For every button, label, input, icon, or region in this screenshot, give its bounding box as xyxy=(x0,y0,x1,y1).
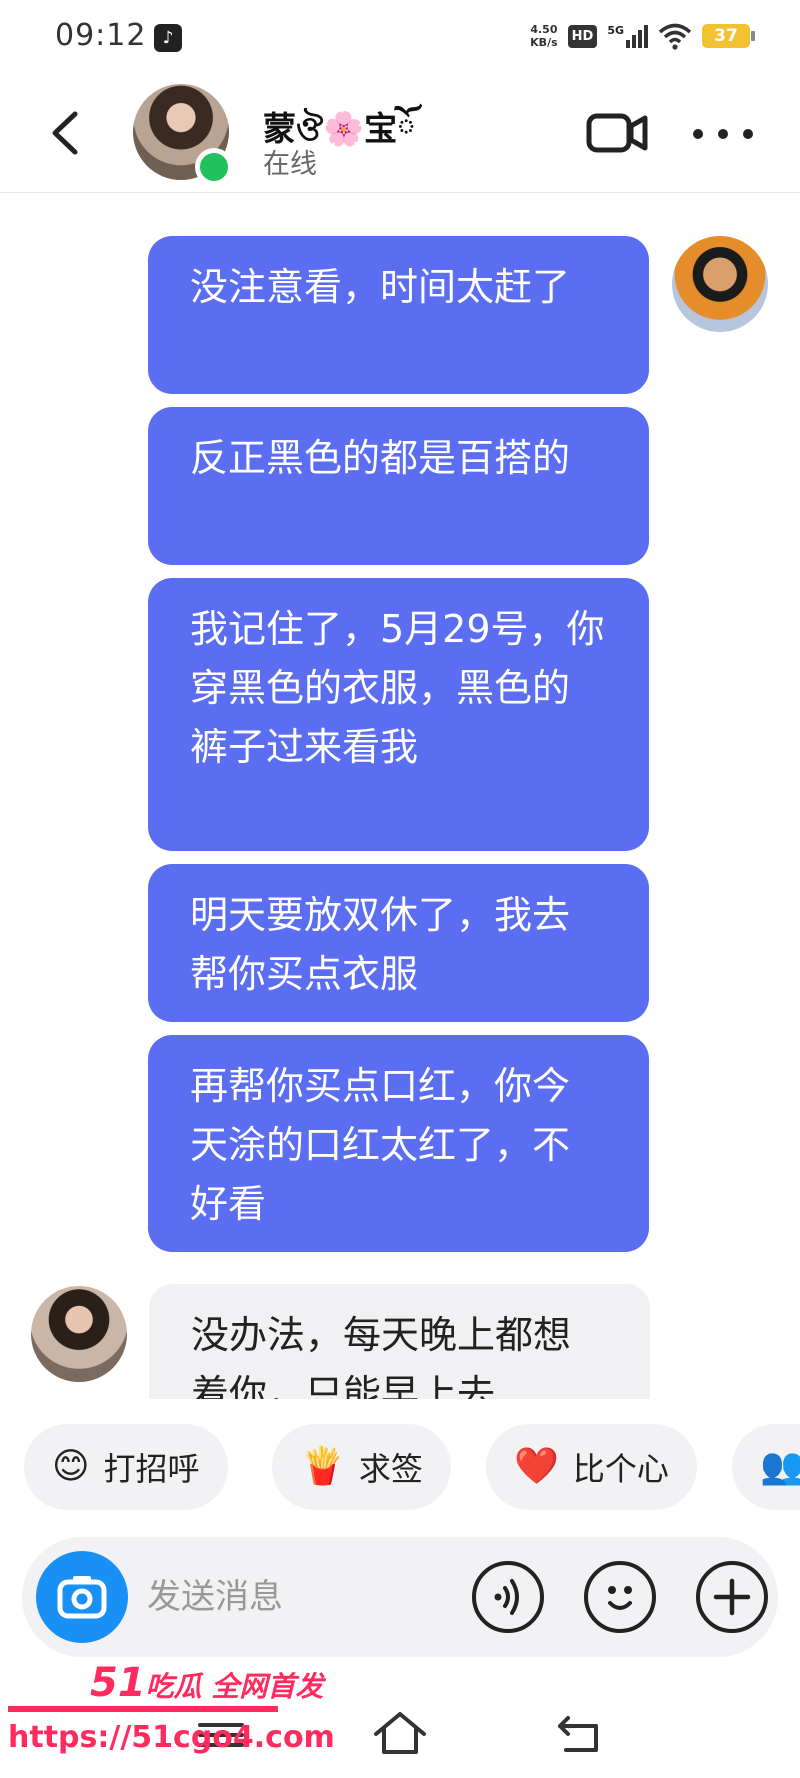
message-input[interactable] xyxy=(147,1575,447,1619)
hd-badge: HD xyxy=(567,24,598,48)
status-bar: 09:12 ♪ 4.50 KB/s HD 5G 37 xyxy=(0,0,800,78)
plus-icon xyxy=(713,1578,751,1616)
back-nav-icon[interactable] xyxy=(554,1712,608,1756)
watermark-title: 51吃瓜 全网首发 xyxy=(90,1660,323,1706)
chat-header: 蒙ঔ🌸宝ོ 在线 xyxy=(0,78,800,193)
home-nav-icon[interactable] xyxy=(372,1710,428,1756)
site-watermark: 51吃瓜 全网首发 https://51cgo4.com xyxy=(0,1660,335,1778)
more-options-button[interactable] xyxy=(693,124,753,144)
outgoing-message[interactable]: 我记住了，5月29号，你穿黑色的衣服，黑色的裤子过来看我 xyxy=(148,578,649,851)
quick-reply-label: 比个心 xyxy=(572,1450,669,1488)
add-button[interactable] xyxy=(696,1561,768,1633)
quick-reply-more[interactable]: 👥 xyxy=(732,1424,800,1510)
net-speed-unit: KB/s xyxy=(530,36,558,49)
online-indicator xyxy=(195,148,233,186)
heart-icon: ❤️ xyxy=(514,1446,559,1487)
message-input-bar xyxy=(22,1537,778,1657)
incoming-message[interactable]: 没办法，每天晚上都想着你，只能早上去 xyxy=(149,1284,650,1399)
quick-reply-greet[interactable]: 😊 打招呼 xyxy=(24,1424,228,1510)
watermark-url: https://51cgo4.com xyxy=(8,1720,335,1755)
quick-reply-bar: 😊 打招呼 🍟 求签 ❤️ 比个心 👥 xyxy=(0,1424,800,1510)
video-call-icon[interactable] xyxy=(586,112,648,154)
outgoing-message[interactable]: 再帮你买点口红，你今天涂的口红太红了，不好看 xyxy=(148,1035,649,1252)
more-dot-icon xyxy=(718,129,728,139)
fortune-cup-icon: 🍟 xyxy=(300,1446,345,1487)
quick-reply-heart[interactable]: ❤️ 比个心 xyxy=(486,1424,697,1510)
smile-icon: 😊 xyxy=(52,1446,90,1487)
status-time: 09:12 xyxy=(55,18,147,53)
outgoing-message[interactable]: 没注意看，时间太赶了 xyxy=(148,236,649,394)
wifi-icon xyxy=(658,23,692,50)
emoji-face-icon xyxy=(608,1586,632,1610)
battery-icon: 37 xyxy=(702,24,755,48)
quick-reply-label: 求签 xyxy=(358,1450,423,1488)
camera-icon xyxy=(57,1576,107,1619)
watermark-underline xyxy=(8,1706,278,1712)
quick-reply-label: 打招呼 xyxy=(103,1450,200,1488)
quick-reply-fortune[interactable]: 🍟 求签 xyxy=(272,1424,451,1510)
voice-wave-icon xyxy=(494,1579,519,1615)
cellular-signal-icon: 5G xyxy=(607,24,648,48)
voice-button[interactable] xyxy=(472,1561,544,1633)
more-dot-icon xyxy=(693,129,703,139)
watermark-slogan: 吃瓜 全网首发 xyxy=(145,1670,324,1703)
my-avatar[interactable] xyxy=(672,236,768,332)
message-list[interactable]: 没注意看，时间太赶了 反正黑色的都是百搭的 我记住了，5月29号，你穿黑色的衣服… xyxy=(0,194,800,1399)
more-dot-icon xyxy=(743,129,753,139)
battery-level: 37 xyxy=(714,26,738,46)
outgoing-message[interactable]: 明天要放双休了，我去帮你买点衣服 xyxy=(148,864,649,1022)
net-speed-value: 4.50 xyxy=(530,23,558,36)
outgoing-message[interactable]: 反正黑色的都是百搭的 xyxy=(148,407,649,565)
watermark-number: 51 xyxy=(90,1660,146,1706)
back-button[interactable] xyxy=(45,108,85,158)
camera-button[interactable] xyxy=(36,1551,128,1643)
network-type: 5G xyxy=(607,24,624,37)
group-icon: 👥 xyxy=(760,1446,800,1487)
contact-message-avatar[interactable] xyxy=(31,1286,127,1382)
contact-status: 在线 xyxy=(263,149,317,180)
tiktok-notification-icon: ♪ xyxy=(154,24,182,52)
emoji-button[interactable] xyxy=(584,1561,656,1633)
status-indicators: 4.50 KB/s HD 5G 37 xyxy=(530,22,755,50)
net-speed: 4.50 KB/s xyxy=(530,23,557,49)
